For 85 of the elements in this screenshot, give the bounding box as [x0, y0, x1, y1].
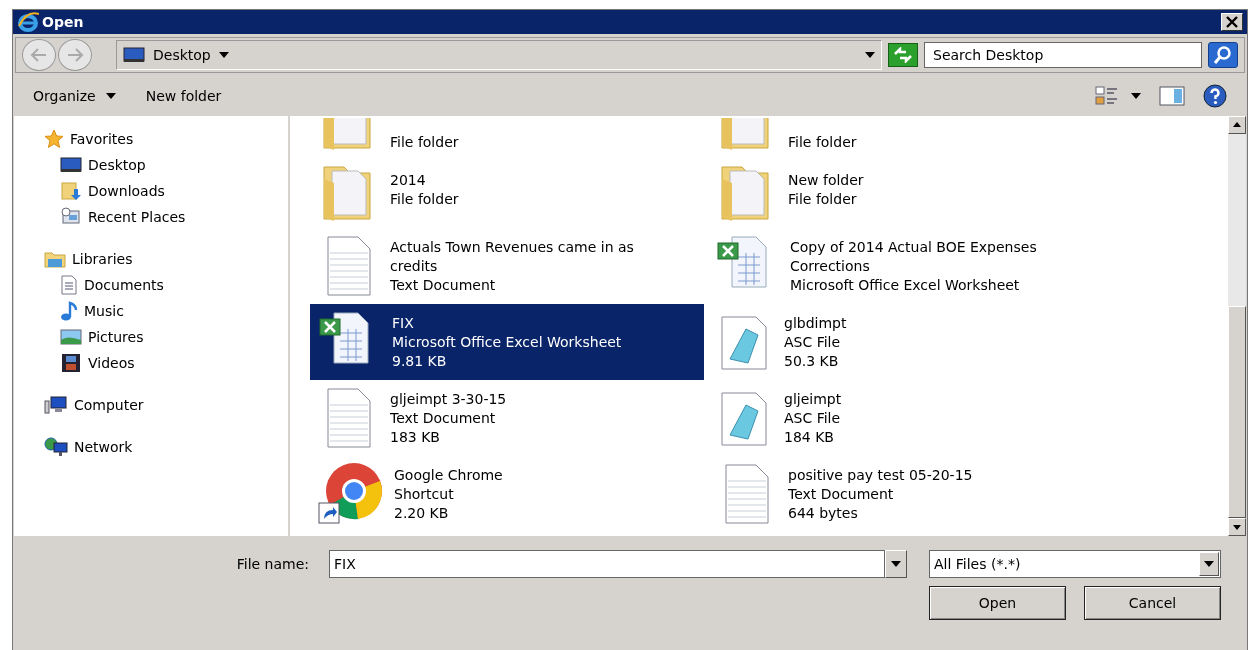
file-name-label: File name: [236, 556, 309, 572]
monitor-icon [123, 46, 145, 64]
browser-shortcut-icon [318, 461, 382, 527]
sidebar-item[interactable]: Favorites [44, 126, 288, 152]
caret-icon [891, 561, 901, 567]
file-details: FIX Microsoft Office Excel Worksheet 9.81 KB [392, 313, 622, 371]
arrow-down-icon [1233, 524, 1241, 530]
address-dropdown-icon [865, 52, 875, 58]
breadcrumb-caret-icon [218, 52, 229, 58]
preview-pane-icon [1159, 86, 1185, 106]
sidebar-item[interactable]: Network [44, 434, 288, 460]
file-item[interactable]: New folder File folder [708, 152, 1102, 228]
file-details: Actuals Town Revenues came in as credits Text Document [390, 237, 635, 295]
star-icon [44, 129, 64, 149]
recent-places-icon [60, 207, 82, 227]
arrow-left-icon [30, 48, 48, 62]
window-title: Open [42, 14, 85, 30]
computer-icon [44, 395, 68, 415]
sidebar-item[interactable]: Videos [44, 350, 288, 376]
file-details: Copy of 2014 Actual BOE Expenses Corrections Microsoft Office Excel Worksheet [790, 237, 1038, 295]
file-item[interactable]: File folder [708, 116, 1102, 152]
sidebar-item[interactable]: Recent Places [44, 204, 288, 230]
search-button[interactable] [1208, 42, 1238, 68]
close-button[interactable] [1221, 13, 1243, 31]
sidebar-item[interactable]: Music [44, 298, 288, 324]
address-location: Desktop [153, 47, 211, 63]
scrollbar[interactable] [1228, 116, 1246, 536]
file-item[interactable]: gljeimpt 3-30-15 Text Document 183 KB [310, 380, 704, 456]
search-field[interactable]: Search Desktop [924, 42, 1202, 68]
file-details: File folder [390, 133, 459, 152]
file-type-dropdown[interactable]: All Files (*.*) [929, 550, 1221, 578]
file-item[interactable]: FIX Microsoft Office Excel Worksheet 9.81 KB [310, 304, 704, 380]
new-folder-button[interactable]: New folder [145, 86, 222, 106]
caret-icon [105, 93, 116, 99]
cancel-button[interactable]: Cancel [1084, 586, 1221, 620]
dropdown-button[interactable] [885, 550, 907, 578]
scroll-down-button[interactable] [1228, 518, 1246, 536]
file-item[interactable]: 2014 File folder [310, 152, 704, 228]
help-button[interactable] [1203, 82, 1227, 110]
help-icon [1203, 84, 1227, 108]
file-item[interactable]: Google Chrome Shortcut 2.20 KB [310, 456, 704, 532]
film-icon [60, 353, 82, 373]
search-icon [1213, 45, 1233, 65]
scroll-thumb[interactable] [1228, 305, 1246, 519]
sidebar-item[interactable]: Libraries [44, 246, 288, 272]
caret-icon [1204, 561, 1214, 567]
file-details: gljeimpt 3-30-15 Text Document 183 KB [390, 389, 507, 447]
file-details: glbdimpt ASC File 50.3 KB [784, 313, 847, 371]
refresh-icon [893, 47, 913, 63]
file-item[interactable]: positive pay test 05-20-15 Text Document 644 bytes [708, 456, 1102, 532]
file-item[interactable]: glbdimpt ASC File 50.3 KB [708, 304, 1102, 380]
preview-pane-button[interactable] [1159, 84, 1185, 108]
sidebar-item[interactable]: Computer [44, 392, 288, 418]
file-details: Google Chrome Shortcut 2.20 KB [394, 465, 503, 523]
file-details: File folder [788, 133, 857, 152]
sidebar-item[interactable]: Desktop [44, 152, 288, 178]
file-item[interactable]: File folder [310, 116, 704, 152]
address-bar[interactable]: Desktop [116, 40, 882, 70]
file-item[interactable]: gljeimpt ASC File 184 KB [708, 380, 1102, 456]
file-item[interactable]: Actuals Town Revenues came in as credits Text Document [310, 228, 704, 304]
document-icon [60, 275, 78, 295]
file-details: 2014 File folder [390, 171, 459, 209]
file-details: gljeimpt ASC File 184 KB [784, 389, 842, 447]
arrow-up-icon [1233, 122, 1241, 128]
refresh-button[interactable] [888, 43, 918, 67]
sidebar-item[interactable]: Pictures [44, 324, 288, 350]
arrow-right-icon [66, 48, 84, 62]
open-button[interactable]: Open [929, 586, 1066, 620]
browser-e-icon [17, 12, 39, 32]
caret-icon [1131, 93, 1141, 99]
monitor-icon [60, 156, 82, 174]
folder-download-icon [60, 181, 82, 201]
library-folder-icon [44, 249, 66, 269]
file-item[interactable]: Copy of 2014 Actual BOE Expenses Corrections Microsoft Office Excel Worksheet [708, 228, 1102, 304]
close-icon [1226, 16, 1238, 28]
sidebar-item[interactable]: Downloads [44, 178, 288, 204]
picture-icon [60, 328, 82, 346]
file-details: positive pay test 05-20-15 Text Document 644 bytes [788, 465, 973, 523]
organize-button[interactable]: Organize [33, 86, 116, 106]
file-name-field[interactable]: FIX [329, 550, 885, 578]
scroll-up-button[interactable] [1228, 116, 1246, 134]
file-details: New folder File folder [788, 171, 864, 209]
music-note-icon [60, 301, 78, 321]
sidebar-item[interactable]: Documents [44, 272, 288, 298]
network-icon [44, 437, 68, 457]
